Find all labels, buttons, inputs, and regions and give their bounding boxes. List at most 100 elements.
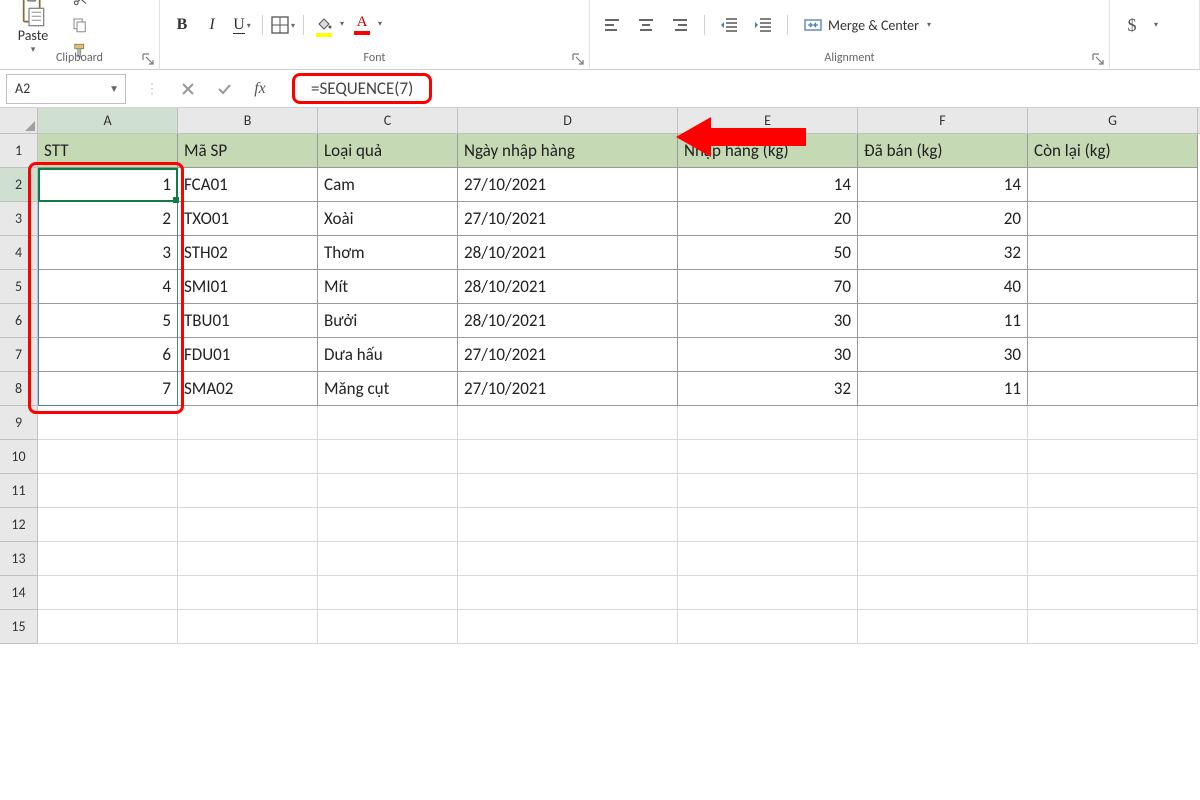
italic-button[interactable]: I bbox=[198, 13, 226, 37]
row-header-5[interactable]: 5 bbox=[0, 270, 37, 304]
cell-ban[interactable]: 11 bbox=[858, 304, 1028, 338]
formula-expand-button[interactable]: ⋮ bbox=[134, 74, 170, 104]
cell[interactable] bbox=[318, 440, 458, 474]
cell-nhap[interactable]: 30 bbox=[678, 304, 858, 338]
align-center-button[interactable] bbox=[632, 13, 660, 37]
cell[interactable] bbox=[318, 610, 458, 644]
header-loaiqua[interactable]: Loại quả bbox=[318, 134, 458, 168]
cell[interactable] bbox=[458, 508, 678, 542]
clipboard-dialog-launcher[interactable] bbox=[141, 53, 155, 67]
row-header-3[interactable]: 3 bbox=[0, 202, 37, 236]
cell[interactable] bbox=[858, 542, 1028, 576]
cell[interactable] bbox=[38, 508, 178, 542]
cell-masp[interactable]: SMI01 bbox=[178, 270, 318, 304]
cell-ngay[interactable]: 28/10/2021 bbox=[458, 236, 678, 270]
cell-masp[interactable]: TXO01 bbox=[178, 202, 318, 236]
row-header-4[interactable]: 4 bbox=[0, 236, 37, 270]
borders-button[interactable]: ▾ bbox=[269, 13, 297, 37]
cell-loai[interactable]: Mít bbox=[318, 270, 458, 304]
paste-button[interactable]: Paste ▾ bbox=[8, 0, 58, 55]
cell[interactable] bbox=[458, 610, 678, 644]
cell[interactable] bbox=[858, 610, 1028, 644]
cell[interactable] bbox=[1028, 406, 1198, 440]
cell[interactable] bbox=[38, 406, 178, 440]
cell[interactable] bbox=[318, 508, 458, 542]
cell[interactable] bbox=[38, 440, 178, 474]
cell-conlai[interactable] bbox=[1028, 304, 1198, 338]
cell[interactable] bbox=[858, 474, 1028, 508]
cell[interactable] bbox=[458, 406, 678, 440]
cell-loai[interactable]: Cam bbox=[318, 168, 458, 202]
cell-nhap[interactable]: 20 bbox=[678, 202, 858, 236]
row-header-1[interactable]: 1 bbox=[0, 134, 37, 168]
cell-ngay[interactable]: 27/10/2021 bbox=[458, 168, 678, 202]
row-header-15[interactable]: 15 bbox=[0, 610, 37, 644]
cell-stt[interactable]: 1 bbox=[38, 168, 178, 202]
cell[interactable] bbox=[318, 406, 458, 440]
cell-ban[interactable]: 11 bbox=[858, 372, 1028, 406]
cell-ngay[interactable]: 28/10/2021 bbox=[458, 304, 678, 338]
header-daban[interactable]: Đã bán (kg) bbox=[858, 134, 1028, 168]
cut-button[interactable] bbox=[68, 0, 92, 10]
cell[interactable] bbox=[178, 406, 318, 440]
column-header-d[interactable]: D bbox=[458, 108, 678, 133]
cell[interactable] bbox=[178, 474, 318, 508]
increase-indent-button[interactable] bbox=[749, 13, 777, 37]
cell[interactable] bbox=[858, 508, 1028, 542]
cell[interactable] bbox=[178, 440, 318, 474]
cell[interactable] bbox=[178, 576, 318, 610]
decrease-indent-button[interactable] bbox=[715, 13, 743, 37]
cell-nhap[interactable]: 50 bbox=[678, 236, 858, 270]
row-header-14[interactable]: 14 bbox=[0, 576, 37, 610]
font-dialog-launcher[interactable] bbox=[571, 53, 585, 67]
cell[interactable] bbox=[678, 508, 858, 542]
cell-masp[interactable]: STH02 bbox=[178, 236, 318, 270]
cell-ban[interactable]: 20 bbox=[858, 202, 1028, 236]
cell-loai[interactable]: Bưởi bbox=[318, 304, 458, 338]
cell-masp[interactable]: FCA01 bbox=[178, 168, 318, 202]
cell-conlai[interactable] bbox=[1028, 338, 1198, 372]
row-header-2[interactable]: 2 bbox=[0, 168, 37, 202]
row-header-13[interactable]: 13 bbox=[0, 542, 37, 576]
cell[interactable] bbox=[678, 440, 858, 474]
cancel-formula-button[interactable] bbox=[170, 74, 206, 104]
cells-area[interactable]: STT Mã SP Loại quả Ngày nhập hàng Nhập h… bbox=[38, 134, 1200, 800]
row-header-12[interactable]: 12 bbox=[0, 508, 37, 542]
cell-nhap[interactable]: 14 bbox=[678, 168, 858, 202]
underline-button[interactable]: U▾ bbox=[228, 13, 256, 37]
cell-ban[interactable]: 14 bbox=[858, 168, 1028, 202]
cell-conlai[interactable] bbox=[1028, 372, 1198, 406]
formula-input[interactable]: =SEQUENCE(7) bbox=[282, 74, 1194, 104]
cell-loai[interactable]: Xoài bbox=[318, 202, 458, 236]
row-header-10[interactable]: 10 bbox=[0, 440, 37, 474]
cell[interactable] bbox=[178, 508, 318, 542]
cell[interactable] bbox=[318, 576, 458, 610]
cell-stt[interactable]: 5 bbox=[38, 304, 178, 338]
cell[interactable] bbox=[178, 542, 318, 576]
alignment-dialog-launcher[interactable] bbox=[1091, 53, 1105, 67]
row-header-11[interactable]: 11 bbox=[0, 474, 37, 508]
row-header-6[interactable]: 6 bbox=[0, 304, 37, 338]
column-header-f[interactable]: F bbox=[858, 108, 1028, 133]
cell-stt[interactable]: 7 bbox=[38, 372, 178, 406]
cell[interactable] bbox=[38, 576, 178, 610]
cell[interactable] bbox=[458, 474, 678, 508]
cell[interactable] bbox=[1028, 440, 1198, 474]
row-header-8[interactable]: 8 bbox=[0, 372, 37, 406]
font-color-button[interactable]: A ▾ bbox=[348, 13, 376, 37]
header-ngaynhap[interactable]: Ngày nhập hàng bbox=[458, 134, 678, 168]
cell[interactable] bbox=[178, 610, 318, 644]
cell-stt[interactable]: 6 bbox=[38, 338, 178, 372]
cell[interactable] bbox=[458, 440, 678, 474]
header-stt[interactable]: STT bbox=[38, 134, 178, 168]
cell-ngay[interactable]: 28/10/2021 bbox=[458, 270, 678, 304]
cell[interactable] bbox=[1028, 542, 1198, 576]
accounting-format-button[interactable]: $ bbox=[1118, 13, 1146, 37]
copy-button[interactable] bbox=[68, 14, 92, 36]
column-header-b[interactable]: B bbox=[178, 108, 318, 133]
cell[interactable] bbox=[38, 474, 178, 508]
cell[interactable] bbox=[458, 542, 678, 576]
select-all-button[interactable] bbox=[0, 108, 38, 134]
cell-nhap[interactable]: 70 bbox=[678, 270, 858, 304]
cell-masp[interactable]: SMA02 bbox=[178, 372, 318, 406]
